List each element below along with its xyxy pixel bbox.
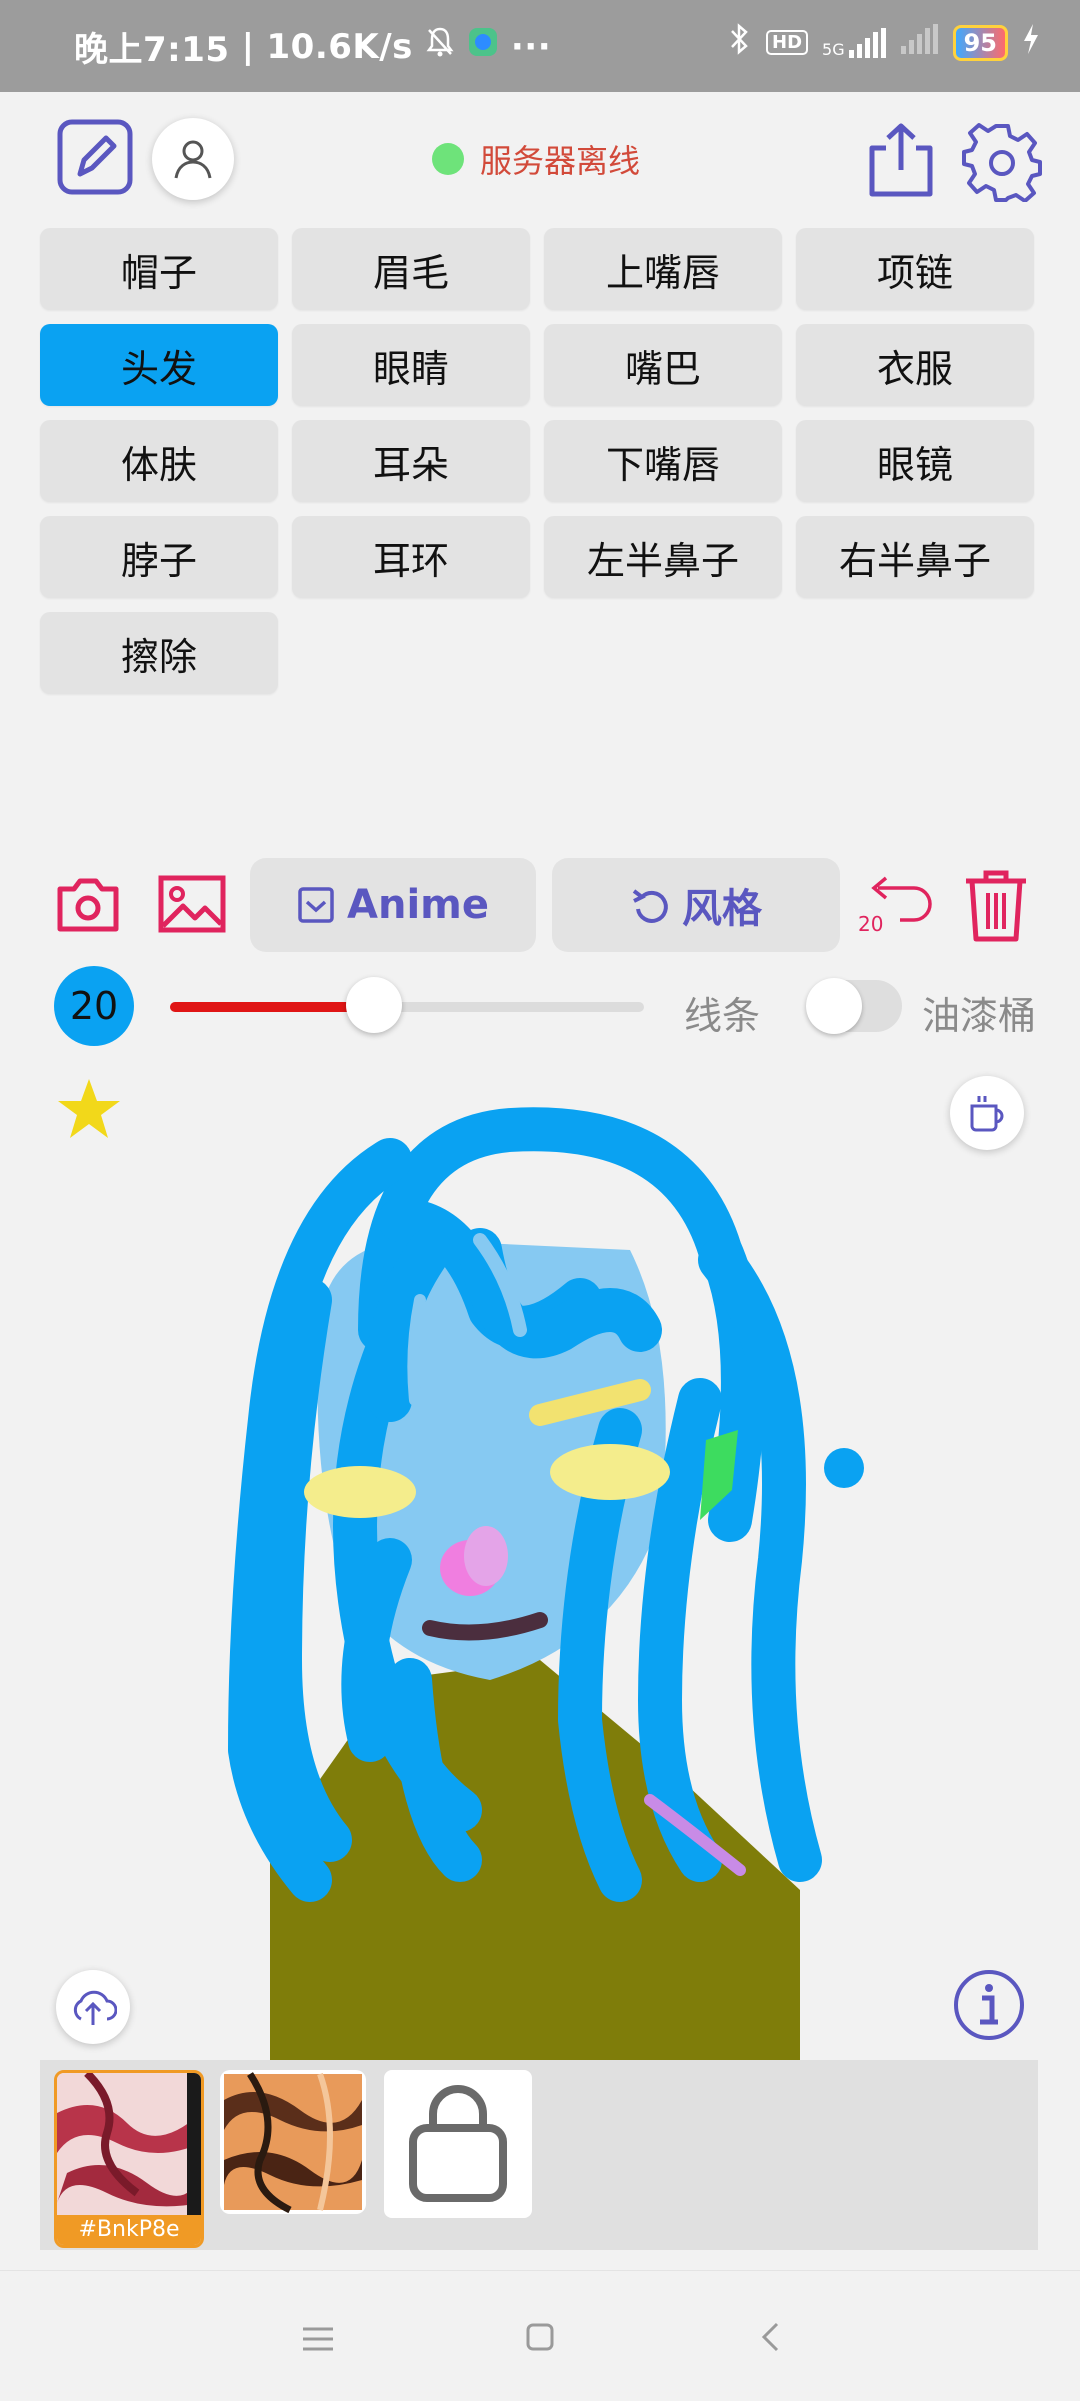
home-button[interactable] (522, 2319, 558, 2355)
category-button[interactable]: 眼镜 (796, 420, 1034, 502)
info-icon (954, 1970, 1024, 2040)
category-button[interactable]: 下嘴唇 (544, 420, 782, 502)
result-image-1 (57, 2073, 201, 2215)
brush-size-badge: 20 (54, 966, 134, 1046)
category-button[interactable]: 耳环 (292, 516, 530, 598)
edit-button[interactable] (56, 118, 134, 196)
status-left: 晚上7:15 | 10.6K/s ··· (74, 22, 551, 71)
clear-canvas-button[interactable] (960, 866, 1032, 944)
share-button[interactable] (866, 120, 936, 200)
cloud-upload-button[interactable] (56, 1970, 130, 2044)
star-icon (58, 1079, 120, 1138)
category-grid: 帽子 眉毛 上嘴唇 项链头发 眼睛 嘴巴 衣服体肤 耳朵 下嘴唇 眼镜脖子 耳环 左半鼻子 右半鼻子擦除 (40, 228, 1038, 694)
more-notifications: ··· (510, 26, 552, 67)
hd-badge: HD (766, 30, 809, 55)
category-button[interactable]: 上嘴唇 (544, 228, 782, 310)
category-button[interactable]: 耳朵 (292, 420, 530, 502)
undo-button[interactable]: 20 (858, 866, 934, 942)
recent-apps-button[interactable] (300, 2321, 336, 2357)
slider-fill (170, 1002, 374, 1012)
category-button[interactable]: 项链 (796, 228, 1034, 310)
paint-bucket-toggle[interactable] (806, 978, 902, 1034)
brush-size-slider[interactable] (170, 977, 644, 1033)
coffee-cup-icon (970, 1096, 1004, 1132)
status-time: 晚上7:15 (74, 30, 230, 70)
charging-icon (1022, 24, 1040, 61)
style-button[interactable]: 风格 (552, 858, 840, 952)
camera-icon (57, 878, 119, 932)
favorite-button[interactable] (56, 1076, 122, 1142)
status-right: HD 5G 95 (728, 22, 1040, 63)
category-button[interactable]: 擦除 (40, 612, 278, 694)
category-button[interactable]: 左半鼻子 (544, 516, 782, 598)
result-image-2 (224, 2072, 362, 2214)
server-status: 服务器离线 (432, 136, 640, 182)
toggle-knob (806, 978, 862, 1034)
line-mode-label: 线条 (684, 994, 761, 1038)
camera-button[interactable] (56, 872, 120, 936)
category-button[interactable]: 眼睛 (292, 324, 530, 406)
status-bar: 晚上7:15 | 10.6K/s ··· HD 5G 95 (0, 0, 1080, 92)
anime-button[interactable]: Anime (250, 858, 536, 952)
system-nav-bar (0, 2270, 1080, 2401)
user-icon (174, 140, 212, 179)
cloud-upload-icon (73, 1990, 117, 2025)
menu-icon (303, 2327, 333, 2351)
trash-icon (966, 870, 1026, 942)
result-thumbnail-2[interactable] (220, 2070, 366, 2214)
status-speed: 10.6K/s (266, 26, 413, 67)
category-button[interactable]: 眉毛 (292, 228, 530, 310)
bluetooth-icon (728, 22, 752, 63)
category-button[interactable]: 脖子 (40, 516, 278, 598)
lock-icon (409, 2085, 507, 2202)
slider-thumb[interactable] (345, 977, 402, 1033)
category-button[interactable]: 头发 (40, 324, 278, 406)
sketch-drawing (228, 1107, 864, 2060)
gallery-button[interactable] (156, 872, 228, 936)
back-chevron-icon (761, 2322, 779, 2352)
category-button[interactable]: 体肤 (40, 420, 278, 502)
app-notification-icon (467, 26, 499, 67)
settings-button[interactable] (962, 122, 1042, 202)
signal-weak-icon (900, 24, 939, 61)
edit-icon (57, 119, 133, 195)
signal-5g-icon: 5G (822, 27, 887, 58)
gear-icon (962, 123, 1042, 202)
paint-bucket-label: 油漆桶 (922, 994, 1037, 1038)
anime-label: Anime (347, 882, 489, 928)
category-button[interactable]: 衣服 (796, 324, 1034, 406)
locked-slot[interactable] (384, 2070, 532, 2218)
rotate-icon (632, 889, 668, 923)
home-square-icon (526, 2323, 554, 2351)
selected-tag: #BnkP8e (57, 2215, 201, 2245)
style-label: 风格 (682, 886, 762, 932)
category-button[interactable]: 帽子 (40, 228, 278, 310)
checkbox-icon (298, 887, 334, 923)
drawing-canvas[interactable] (160, 1100, 920, 2060)
share-icon (869, 123, 933, 197)
profile-button[interactable] (152, 118, 234, 200)
back-button[interactable] (752, 2319, 788, 2355)
image-icon (158, 875, 226, 933)
mute-bell-icon (425, 26, 455, 67)
undo-count: 20 (858, 912, 884, 936)
server-status-text: 服务器离线 (480, 142, 641, 180)
status-dot (432, 143, 464, 175)
category-button[interactable]: 右半鼻子 (796, 516, 1034, 598)
result-thumbnail-1[interactable]: #BnkP8e (54, 2070, 204, 2248)
info-button[interactable] (952, 1968, 1026, 2042)
donate-button[interactable] (950, 1076, 1024, 1150)
battery-indicator: 95 (952, 24, 1008, 61)
category-button[interactable]: 嘴巴 (544, 324, 782, 406)
